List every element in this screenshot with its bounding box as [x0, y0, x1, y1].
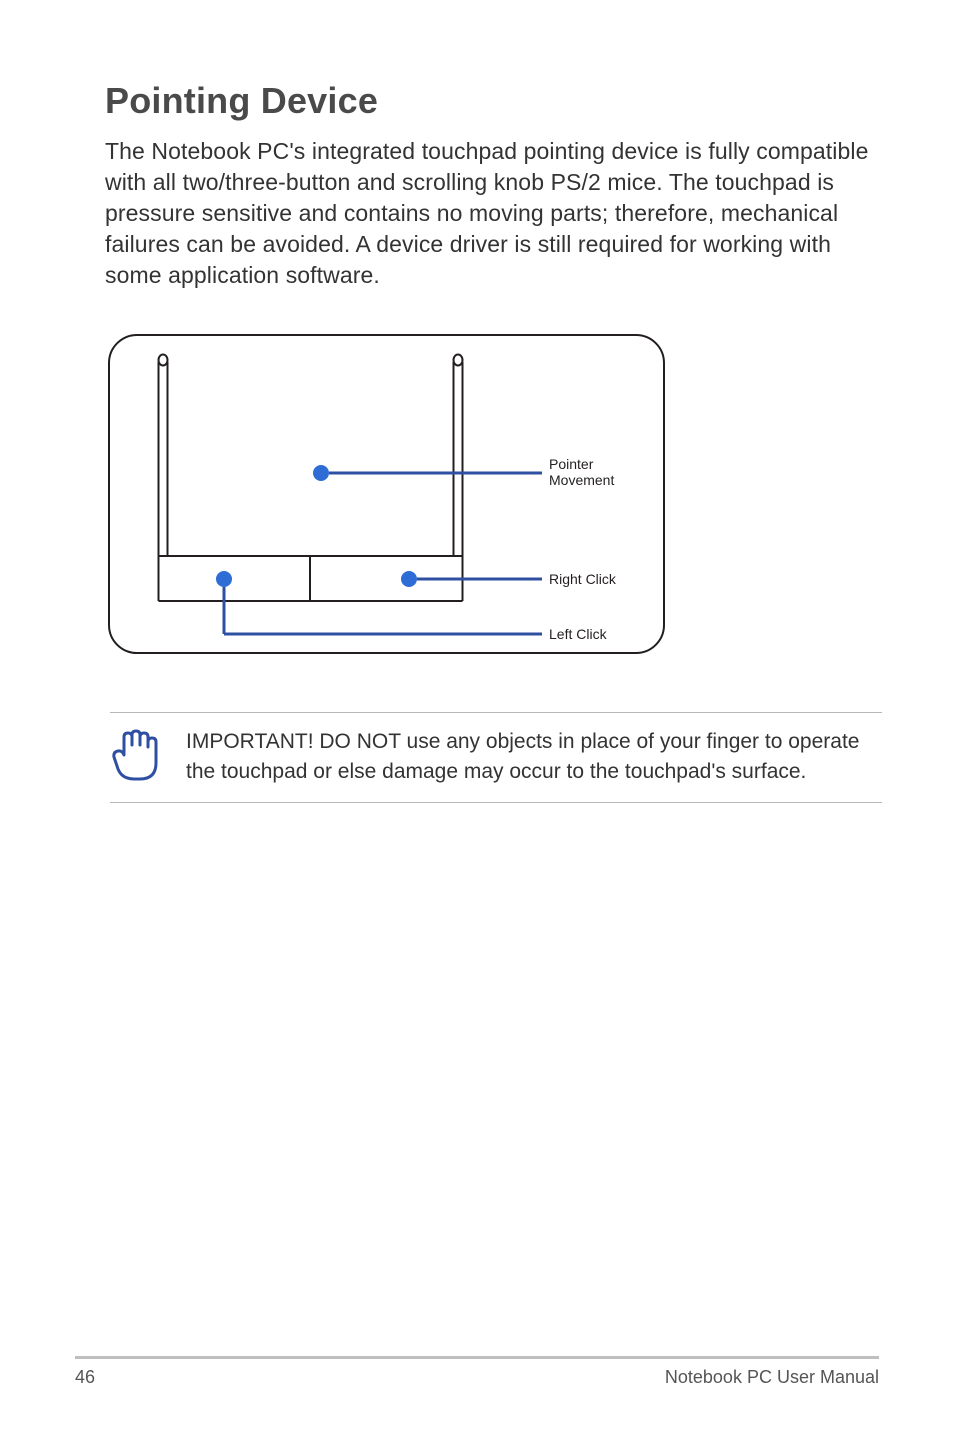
- callout-right-click: Right Click: [401, 571, 617, 587]
- label-right-click: Right Click: [549, 571, 617, 587]
- right-hinge: [454, 355, 463, 557]
- hand-icon: [110, 727, 158, 790]
- note-text: IMPORTANT! DO NOT use any objects in pla…: [186, 727, 882, 786]
- page-footer: 46 Notebook PC User Manual: [75, 1356, 879, 1388]
- callout-pointer-movement: Pointer Movement: [313, 456, 614, 488]
- important-note: IMPORTANT! DO NOT use any objects in pla…: [110, 712, 882, 803]
- doc-title: Notebook PC User Manual: [665, 1367, 879, 1388]
- label-pointer-line2: Movement: [549, 472, 614, 488]
- section-heading: Pointing Device: [105, 80, 874, 122]
- touchpad-diagram: Pointer Movement Right Click Left Click: [105, 331, 668, 662]
- label-left-click: Left Click: [549, 626, 608, 642]
- touchpad-svg: Pointer Movement Right Click Left Click: [105, 331, 668, 657]
- left-hinge: [159, 355, 168, 557]
- section-body: The Notebook PC's integrated touchpad po…: [105, 136, 874, 291]
- page-number: 46: [75, 1367, 95, 1388]
- label-pointer-line1: Pointer: [549, 456, 594, 472]
- outer-body: [109, 335, 664, 653]
